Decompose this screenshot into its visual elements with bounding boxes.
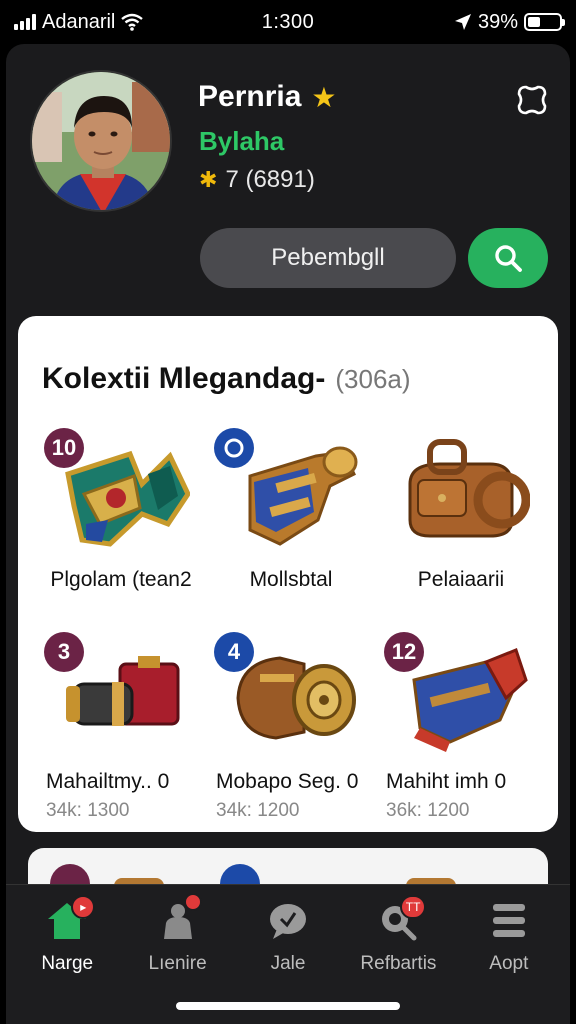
- badge-ring-icon: [224, 438, 244, 458]
- profile-name: Pernria ★: [198, 80, 337, 114]
- search-icon: [495, 245, 522, 272]
- collection-card: Kolextii Mlegandag- (306a) 10 Plgolam (t…: [18, 316, 558, 832]
- nav-label: Jale: [270, 953, 306, 974]
- nav-label: Narge: [41, 953, 94, 974]
- leather-bag-image: [408, 439, 530, 538]
- item-price: 34k: 1200: [216, 800, 300, 821]
- item-name: Mahiht imh 0: [386, 770, 507, 793]
- nav-label: Aopt: [489, 953, 529, 974]
- profile-rating: ✱ 7 (6891): [199, 166, 315, 194]
- nav-label: Lıenire: [148, 953, 207, 974]
- item-name: Mobapo Seg. 0: [216, 770, 359, 793]
- item-name: Mahailtmy.. 0: [46, 770, 170, 793]
- collection-item[interactable]: Pelaiaarii: [376, 420, 546, 616]
- nav-app[interactable]: Aopt: [454, 897, 564, 1024]
- battery-percent: 39%: [477, 10, 518, 33]
- home-icon: ▸: [43, 895, 96, 945]
- status-time: 1:300: [261, 10, 315, 33]
- item-badge: 10: [44, 428, 84, 468]
- item-price: 36k: 1200: [386, 800, 470, 821]
- collection-item[interactable]: 10 Plgolam (tean2: [36, 420, 206, 616]
- chat-icon: [264, 897, 312, 945]
- location-arrow-icon: [454, 14, 471, 30]
- carrier-label: Adanaril: [42, 10, 116, 33]
- battery-icon: [524, 13, 565, 31]
- star-icon: ★: [311, 81, 337, 113]
- collection-title: Kolextii Mlegandag- (306a): [42, 362, 411, 396]
- item-name: Plgolam (tean2: [50, 568, 192, 591]
- collection-title-text: Kolextii Mlegandag-: [42, 362, 326, 395]
- collection-count: (306a): [335, 364, 411, 394]
- menu-button[interactable]: [512, 80, 552, 120]
- nav-label: Refbartis: [360, 953, 437, 974]
- wifi-icon: [121, 13, 144, 31]
- rating-text: 7 (6891): [225, 166, 315, 193]
- status-bar: Adanaril 1:300 39%: [0, 0, 576, 44]
- collection-item[interactable]: Mollsbtal: [206, 420, 376, 616]
- collection-grid: 10 Plgolam (tean2 Mollsbtal Pelaiaarii 3…: [36, 420, 546, 821]
- app-screen: Pernria ★ Bylaha ✱ 7 (6891) Pebembgll Ko…: [6, 44, 570, 1024]
- search-button[interactable]: [468, 228, 548, 288]
- item-badge: 12: [384, 632, 424, 672]
- item-name: Mollsbtal: [249, 568, 333, 591]
- person-icon: [154, 893, 202, 945]
- item-badge: 4: [214, 632, 254, 672]
- menu-icon: [517, 85, 547, 115]
- home-indicator[interactable]: [176, 1002, 400, 1010]
- filter-pill[interactable]: Pebembgll: [200, 228, 456, 288]
- item-name: Pelaiaarii: [417, 568, 505, 591]
- profile-name-text: Pernria: [198, 80, 302, 113]
- list-icon: [485, 897, 533, 945]
- signal-icon: [14, 14, 36, 30]
- profile-handle: Bylaha: [199, 126, 285, 156]
- item-badge: [214, 428, 254, 468]
- notification-dot: [183, 893, 202, 911]
- collection-item[interactable]: 4 Mobapo Seg. 0 34k: 1200: [206, 624, 376, 821]
- profile-header: Pernria ★ Bylaha ✱ 7 (6891) Pebembgll: [6, 44, 570, 304]
- item-price: 34k: 1300: [46, 800, 130, 821]
- avatar[interactable]: [30, 70, 172, 212]
- notification-badge: TT: [399, 895, 427, 919]
- flower-icon: ✱: [199, 167, 218, 192]
- search-person-icon: TT: [374, 895, 427, 945]
- collection-item[interactable]: 12 Mahiht imh 0 36k: 1200: [376, 624, 546, 821]
- collection-item[interactable]: 3 Mahailtmy.. 0 34k: 1300: [36, 624, 206, 821]
- notification-dot: ▸: [71, 895, 96, 919]
- item-badge: 3: [44, 632, 84, 672]
- nav-home[interactable]: ▸ Narge: [12, 895, 122, 1024]
